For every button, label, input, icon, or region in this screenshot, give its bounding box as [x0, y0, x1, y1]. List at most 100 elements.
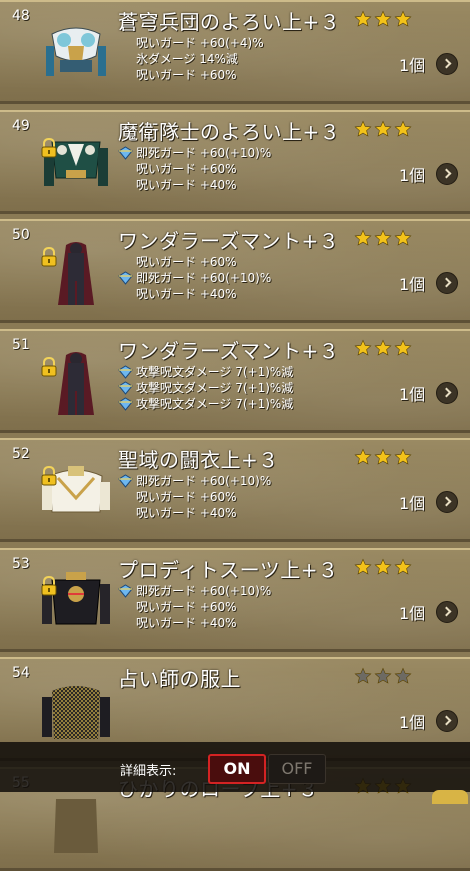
equipment-item-row[interactable]: 50 ワンダラーズマント+３ 呪いガード +60% 即死ガード +60(+10)% 呪い… — [0, 219, 470, 323]
item-quantity: 1個 — [399, 275, 426, 294]
rarity-stars — [354, 558, 414, 576]
equipment-item-row[interactable]: 52 聖域の闘衣上+３ 即死ガード +60(+10)% 呪いガード +60% 呪いガード… — [0, 438, 470, 542]
item-number: 53 — [12, 555, 30, 572]
star-icon — [394, 229, 412, 247]
star-icon — [374, 558, 392, 576]
stat-text: 氷ダメージ 14%減 — [136, 52, 238, 66]
item-quantity: 1個 — [399, 56, 426, 75]
item-name: 魔衛隊士のよろい上+３ — [118, 119, 341, 144]
crystal-icon — [118, 145, 133, 160]
star-icon — [374, 120, 392, 138]
stat-text: 呪いガード +60% — [136, 490, 237, 504]
chevron-right-icon[interactable] — [436, 600, 458, 623]
stat-line: 呪いガード +40% — [118, 505, 271, 521]
item-name: 蒼穹兵団のよろい上+３ — [118, 10, 341, 34]
stat-text: 呪いガード +40% — [136, 287, 237, 301]
item-name: ワンダラーズマント+３ — [118, 229, 340, 253]
lock-icon — [40, 137, 58, 158]
star-icon — [394, 120, 412, 138]
star-icon — [354, 229, 372, 247]
rarity-stars — [354, 339, 414, 357]
robe-icon — [38, 783, 114, 859]
item-number: 52 — [12, 446, 30, 462]
stat-text: 呪いガード +60% — [136, 68, 237, 82]
item-number: 51 — [12, 336, 30, 353]
stat-line: 呪いガード +40% — [118, 286, 271, 302]
stat-line: 氷ダメージ 14%減 — [118, 51, 264, 67]
item-number: 49 — [12, 117, 30, 134]
equipment-item-row[interactable]: 53 プロディトスーツ上+３ 即死ガード +60(+10)% 呪いガード +60% 呪い… — [0, 547, 470, 652]
stat-text: 呪いガード +60% — [136, 255, 237, 269]
item-stats: 即死ガード +60(+10)% 呪いガード +60% 呪いガード +40% — [118, 583, 271, 631]
crystal-icon — [118, 380, 133, 395]
item-name: 聖域の闘衣上+３ — [118, 448, 279, 472]
equipment-list: 48 蒼穹兵団のよろい上+３ 呪いガード +60(+4)% 氷ダメージ 14%減 呪いガ… — [0, 0, 470, 871]
star-icon — [354, 558, 372, 576]
stat-line: 呪いガード +60% — [118, 161, 271, 177]
chevron-right-icon[interactable] — [436, 53, 458, 75]
stat-line: 呪いガード +60% — [118, 599, 271, 615]
stat-text: 即死ガード +60(+10)% — [136, 271, 272, 285]
item-stats: 呪いガード +60% 即死ガード +60(+10)% 呪いガード +40% — [118, 254, 271, 302]
equipment-item-row[interactable]: 51 ワンダラーズマント+３ 攻撃呪文ダメージ 7(+1)%減 攻撃呪文ダメージ 7(… — [0, 328, 470, 433]
star-icon — [394, 10, 412, 28]
star-icon — [354, 448, 372, 466]
stat-line: 攻撃呪文ダメージ 7(+1)%減 — [118, 364, 293, 380]
item-quantity: 1個 — [399, 165, 426, 185]
item-name: 占い師の服上 — [118, 667, 241, 691]
mesh-top-icon — [38, 673, 114, 749]
corner-badge — [432, 790, 468, 804]
item-quantity: 1個 — [399, 494, 426, 513]
item-number: 48 — [12, 8, 30, 24]
equipment-item-row[interactable]: 48 蒼穹兵団のよろい上+３ 呪いガード +60(+4)% 氷ダメージ 14%減 呪いガ… — [0, 0, 470, 104]
equipment-item-row[interactable]: 49 魔衛隊士のよろい上+３ 即死ガード +60(+10)% 呪いガード +60% 呪い… — [0, 109, 470, 214]
crystal-icon — [118, 474, 133, 488]
stat-line: 即死ガード +60(+10)% — [118, 270, 271, 286]
star-icon — [394, 448, 412, 466]
item-quantity: 1個 — [399, 384, 426, 404]
lock-icon — [40, 575, 58, 596]
star-icon — [374, 339, 392, 357]
star-icon — [354, 120, 372, 138]
star-icon — [354, 667, 372, 685]
stat-line: 攻撃呪文ダメージ 7(+1)%減 — [118, 380, 293, 396]
chevron-right-icon[interactable] — [436, 381, 458, 404]
stat-line: 呪いガード +40% — [118, 177, 271, 193]
detail-display-label: 詳細表示: — [120, 764, 177, 779]
chevron-right-icon[interactable] — [436, 272, 458, 294]
crystal-icon — [118, 364, 133, 379]
stat-line: 呪いガード +60(+4)% — [118, 35, 264, 51]
stat-line: 呪いガード +60% — [118, 489, 271, 505]
item-stats: 即死ガード +60(+10)% 呪いガード +60% 呪いガード +40% — [118, 145, 271, 193]
stat-text: 即死ガード +60(+10)% — [136, 583, 272, 598]
star-icon — [374, 448, 392, 466]
item-quantity: 1個 — [399, 713, 426, 732]
item-stats: 即死ガード +60(+10)% 呪いガード +60% 呪いガード +40% — [118, 473, 271, 521]
star-icon — [374, 229, 392, 247]
stat-text: 即死ガード +60(+10)% — [136, 474, 272, 488]
crystal-icon — [118, 396, 133, 411]
stat-text: 攻撃呪文ダメージ 7(+1)%減 — [136, 380, 294, 395]
stat-text: 呪いガード +40% — [136, 615, 237, 630]
chevron-right-icon[interactable] — [436, 710, 458, 732]
lock-icon — [40, 246, 58, 267]
detail-toggle-bar: 詳細表示: ON OFF — [0, 742, 470, 792]
stat-text: 呪いガード +60% — [136, 599, 237, 614]
star-icon — [374, 667, 392, 685]
stat-text: 呪いガード +40% — [136, 506, 237, 520]
armor-azure-icon — [38, 16, 114, 92]
rarity-stars — [354, 10, 414, 28]
stat-text: 攻撃呪文ダメージ 7(+1)%減 — [136, 396, 294, 411]
star-icon — [394, 558, 412, 576]
chevron-right-icon[interactable] — [436, 491, 458, 513]
rarity-stars — [354, 667, 414, 685]
stat-line: 呪いガード +60% — [118, 254, 271, 270]
stat-text: 呪いガード +40% — [136, 177, 237, 192]
item-quantity: 1個 — [399, 603, 426, 623]
detail-off-button[interactable]: OFF — [268, 754, 326, 784]
item-name: プロディトスーツ上+３ — [118, 557, 339, 582]
item-stats: 攻撃呪文ダメージ 7(+1)%減 攻撃呪文ダメージ 7(+1)%減 攻撃呪文ダメージ… — [118, 364, 293, 412]
chevron-right-icon[interactable] — [436, 162, 458, 185]
rarity-stars — [354, 120, 414, 138]
detail-on-button[interactable]: ON — [208, 754, 266, 784]
